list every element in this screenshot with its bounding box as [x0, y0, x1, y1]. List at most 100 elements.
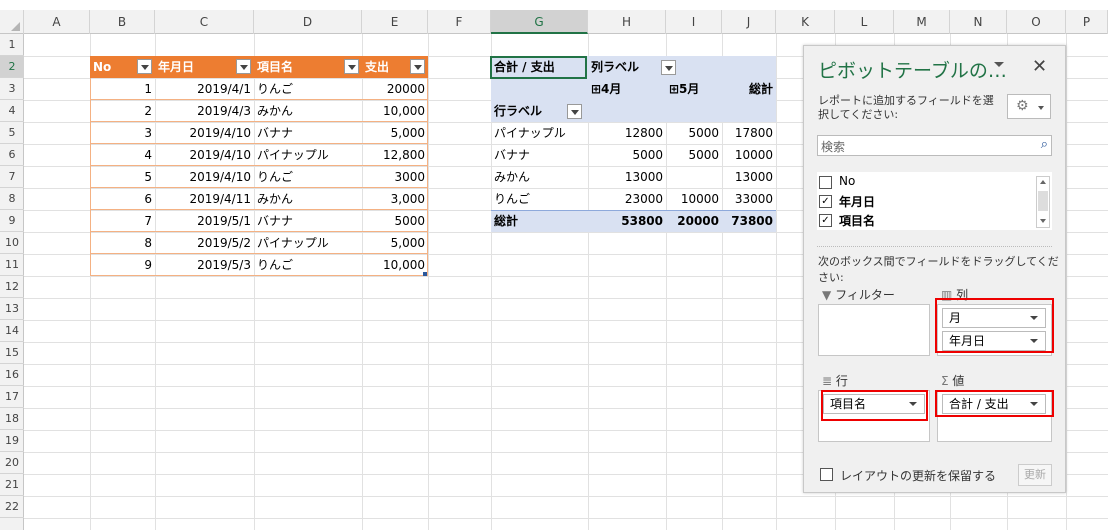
column-header-a[interactable]: A	[24, 10, 90, 34]
pivot-total-cell[interactable]: 20000	[666, 210, 722, 232]
pivot-cell[interactable]: パイナップル	[491, 122, 588, 144]
table-header-cell[interactable]: No	[90, 56, 155, 78]
column-header-k[interactable]: K	[776, 10, 835, 34]
table-cell[interactable]: 2019/4/1	[155, 78, 254, 100]
defer-update-checkbox[interactable]	[820, 468, 833, 481]
row-header-17[interactable]: 17	[0, 386, 24, 408]
field-checkbox[interactable]: ✓	[819, 214, 832, 227]
scroll-thumb[interactable]	[1038, 191, 1048, 211]
selected-cell-g2[interactable]	[490, 56, 587, 79]
row-header-5[interactable]: 5	[0, 122, 24, 144]
column-header-j[interactable]: J	[722, 10, 776, 34]
row-header-14[interactable]: 14	[0, 320, 24, 342]
row-header-12[interactable]: 12	[0, 276, 24, 298]
search-input[interactable]: 検索 ⌕	[817, 135, 1052, 156]
pivot-cell[interactable]: 23000	[588, 188, 666, 210]
table-cell[interactable]: パイナップル	[254, 232, 362, 254]
select-all-corner[interactable]	[0, 10, 24, 34]
column-header-c[interactable]: C	[155, 10, 254, 34]
row-header-7[interactable]: 7	[0, 166, 24, 188]
table-cell[interactable]: みかん	[254, 100, 362, 122]
row-header-4[interactable]: 4	[0, 100, 24, 122]
column-header-g[interactable]: G	[491, 10, 588, 34]
pivot-cell[interactable]: 33000	[722, 188, 776, 210]
pivot-row-label[interactable]: 行ラベル	[491, 100, 571, 122]
table-cell[interactable]: 2019/5/2	[155, 232, 254, 254]
pivot-total-cell[interactable]: 73800	[722, 210, 776, 232]
pivot-total-cell[interactable]: 総計	[491, 210, 588, 232]
table-cell[interactable]: 7	[90, 210, 155, 232]
close-icon[interactable]: ✕	[1032, 56, 1047, 77]
table-cell[interactable]: パイナップル	[254, 144, 362, 166]
table-cell[interactable]: りんご	[254, 166, 362, 188]
field-checkbox[interactable]: ✓	[819, 195, 832, 208]
row-header-6[interactable]: 6	[0, 144, 24, 166]
column-header-d[interactable]: D	[254, 10, 362, 34]
table-header-cell[interactable]: 支出	[362, 56, 428, 78]
pivot-cell[interactable]: 12800	[588, 122, 666, 144]
table-cell[interactable]: 5,000	[362, 232, 428, 254]
row-header-18[interactable]: 18	[0, 408, 24, 430]
pivot-col-header[interactable]: ⊞4月	[588, 78, 666, 100]
table-resize-handle[interactable]	[423, 272, 427, 276]
table-cell[interactable]: 2019/4/3	[155, 100, 254, 122]
filter-drop-zone[interactable]	[818, 304, 930, 356]
row-label-filter-icon[interactable]	[567, 104, 582, 119]
row-header-16[interactable]: 16	[0, 364, 24, 386]
row-header-13[interactable]: 13	[0, 298, 24, 320]
row-header-1[interactable]: 1	[0, 34, 24, 56]
table-cell[interactable]: 2019/5/3	[155, 254, 254, 276]
pivot-cell[interactable]: 17800	[722, 122, 776, 144]
filter-dropdown-icon[interactable]	[410, 59, 425, 74]
table-cell[interactable]: 2019/5/1	[155, 210, 254, 232]
table-cell[interactable]: りんご	[254, 78, 362, 100]
table-cell[interactable]: 1	[90, 78, 155, 100]
panel-options-icon[interactable]	[994, 62, 1004, 67]
row-header-2[interactable]: 2	[0, 56, 24, 78]
column-header-e[interactable]: E	[362, 10, 428, 34]
table-cell[interactable]: 10,000	[362, 100, 428, 122]
column-header-m[interactable]: M	[894, 10, 950, 34]
scroll-up-icon[interactable]	[1040, 180, 1046, 184]
table-cell[interactable]: 9	[90, 254, 155, 276]
table-cell[interactable]: 2019/4/10	[155, 144, 254, 166]
table-cell[interactable]: 3000	[362, 166, 428, 188]
row-header-21[interactable]: 21	[0, 474, 24, 496]
column-header-n[interactable]: N	[950, 10, 1007, 34]
table-cell[interactable]: 2019/4/10	[155, 122, 254, 144]
column-header-l[interactable]: L	[835, 10, 894, 34]
table-cell[interactable]: みかん	[254, 188, 362, 210]
table-cell[interactable]: 4	[90, 144, 155, 166]
table-cell[interactable]: 3,000	[362, 188, 428, 210]
row-header-19[interactable]: 19	[0, 430, 24, 452]
row-header-22[interactable]: 22	[0, 496, 24, 518]
table-cell[interactable]: 5,000	[362, 122, 428, 144]
table-cell[interactable]: 8	[90, 232, 155, 254]
column-header-o[interactable]: O	[1007, 10, 1066, 34]
pivot-total-cell[interactable]: 53800	[588, 210, 666, 232]
table-cell[interactable]: 3	[90, 122, 155, 144]
table-cell[interactable]: 5000	[362, 210, 428, 232]
pivot-cell[interactable]: みかん	[491, 166, 588, 188]
pivot-col-header[interactable]: 総計	[722, 78, 776, 100]
row-header-11[interactable]: 11	[0, 254, 24, 276]
pivot-cell[interactable]: バナナ	[491, 144, 588, 166]
pivot-cell[interactable]: 5000	[588, 144, 666, 166]
settings-button[interactable]: ⚙	[1007, 94, 1051, 119]
filter-dropdown-icon[interactable]	[137, 59, 152, 74]
table-cell[interactable]: バナナ	[254, 210, 362, 232]
field-checkbox[interactable]	[819, 176, 832, 189]
table-cell[interactable]: 6	[90, 188, 155, 210]
table-header-cell[interactable]: 年月日	[155, 56, 254, 78]
row-header-20[interactable]: 20	[0, 452, 24, 474]
update-button[interactable]: 更新	[1018, 464, 1052, 486]
column-header-b[interactable]: B	[90, 10, 155, 34]
column-header-f[interactable]: F	[428, 10, 491, 34]
filter-dropdown-icon[interactable]	[236, 59, 251, 74]
table-cell[interactable]: 12,800	[362, 144, 428, 166]
table-cell[interactable]: 20000	[362, 78, 428, 100]
pivot-col-label[interactable]: 列ラベル	[588, 56, 698, 78]
col-label-filter-icon[interactable]	[661, 60, 676, 75]
pivot-col-header[interactable]: ⊞5月	[666, 78, 722, 100]
row-header-9[interactable]: 9	[0, 210, 24, 232]
